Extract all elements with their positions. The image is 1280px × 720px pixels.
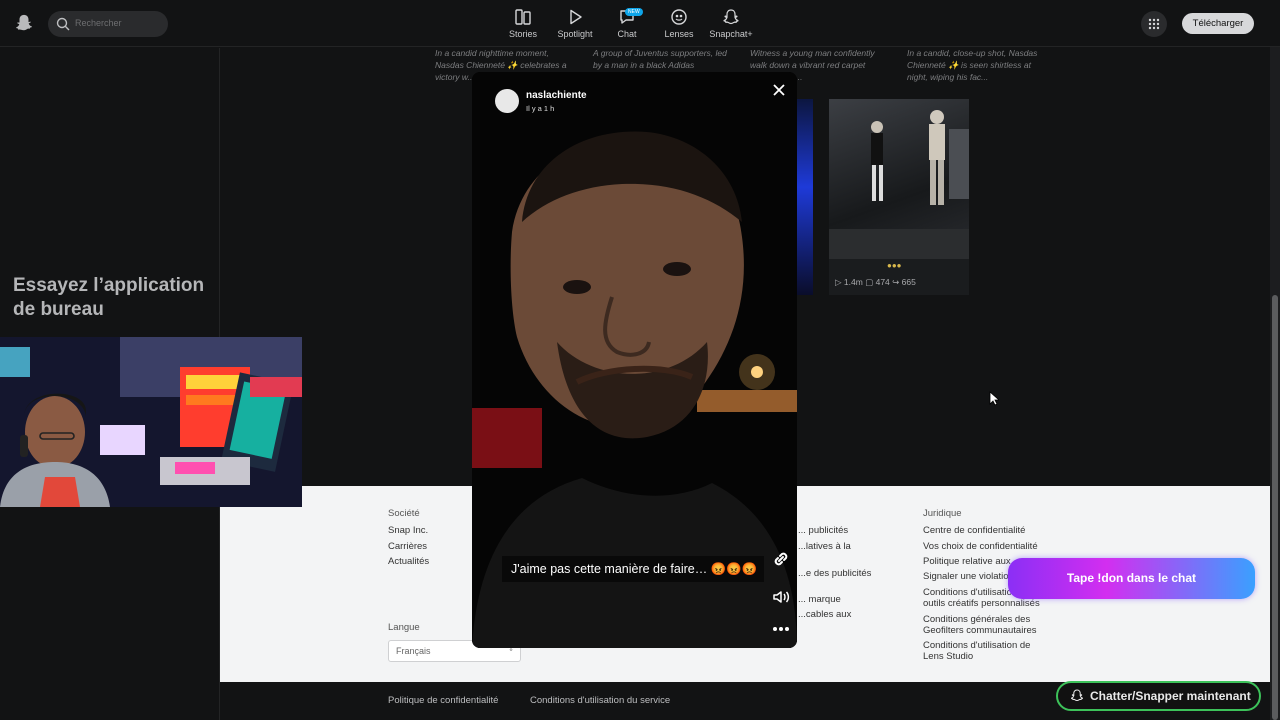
nav-chat[interactable]: NEW Chat <box>599 8 655 44</box>
nav-stories[interactable]: Stories <box>495 8 551 44</box>
bottom-link-terms[interactable]: Conditions d'utilisation du service <box>530 695 670 706</box>
nav-spotlight[interactable]: Spotlight <box>547 8 603 44</box>
search-input[interactable]: Rechercher <box>48 11 168 37</box>
play-icon <box>570 9 582 25</box>
language-value: Français <box>396 646 431 656</box>
footer-link-report[interactable]: Signaler une violatio... <box>923 571 1016 582</box>
footer-link-ads-3[interactable]: ...e des publicités <box>798 568 871 579</box>
footer-link-ads-5[interactable]: ...cables aux <box>798 609 851 620</box>
footer-link-lens-studio[interactable]: Conditions d'utilisation de Lens Studio <box>923 640 1048 662</box>
views-count: 1.4m <box>843 277 863 287</box>
desktop-app-promo[interactable]: Essayez l’application de bureau <box>13 274 213 322</box>
footer-link-snap-inc[interactable]: Snap Inc. <box>388 525 428 536</box>
story-viewer[interactable]: naslachiente Il y a 1 h J'aime pas cette… <box>472 72 797 648</box>
download-button[interactable]: Télécharger <box>1182 13 1254 34</box>
close-icon[interactable] <box>771 82 787 98</box>
spotlight-card[interactable]: ●●● ▷ 1.4m ▢ 474 ↪ 665 <box>829 99 969 295</box>
new-badge: NEW <box>625 8 643 16</box>
footer-link-policy[interactable]: Politique relative aux... <box>923 556 1019 567</box>
nav-lenses[interactable]: Lenses <box>651 8 707 44</box>
footer-link-ads-2[interactable]: ...latives à la <box>798 541 851 552</box>
snapchat-logo-icon[interactable] <box>15 13 33 33</box>
link-icon[interactable] <box>771 549 791 569</box>
stream-cta-banner: Tape !don dans le chat <box>1008 558 1255 599</box>
story-username[interactable]: naslachiente <box>526 90 587 101</box>
nav-stories-label: Stories <box>508 29 537 39</box>
footer-language-heading: Langue <box>388 622 420 633</box>
lens-icon <box>671 9 687 25</box>
chat-now-label: Chatter/Snapper maintenant <box>1090 689 1251 703</box>
chat-now-button[interactable]: Chatter/Snapper maintenant <box>1056 681 1261 711</box>
bottom-link-privacy[interactable]: Politique de confidentialité <box>388 695 498 706</box>
footer-legal-heading: Juridique <box>923 508 962 519</box>
footer-link-geofilters[interactable]: Conditions générales des Geofilters comm… <box>923 614 1048 636</box>
story-caption: J'aime pas cette manière de faire… 😡😡😡 <box>502 556 764 582</box>
footer-link-news[interactable]: Actualités <box>388 556 429 567</box>
story-timestamp: Il y a 1 h <box>526 104 555 113</box>
footer-company-heading: Société <box>388 508 420 519</box>
thumbnail-figures <box>829 110 969 259</box>
webcam-scene <box>0 337 302 507</box>
ghost-plus-icon <box>723 9 739 25</box>
scrollbar-thumb[interactable] <box>1272 295 1278 720</box>
spotlight-thumbnail-partial[interactable] <box>797 99 813 295</box>
nav-snapchat-plus[interactable]: Snapchat+ <box>703 8 759 44</box>
nav-spotlight-label: Spotlight <box>557 29 593 39</box>
spotlight-dots: ●●● <box>887 261 902 270</box>
footer-link-ads-4[interactable]: ... marque <box>798 594 841 605</box>
story-avatar[interactable] <box>495 89 519 113</box>
streamer-webcam <box>0 337 302 507</box>
footer-link-careers[interactable]: Carrières <box>388 541 427 552</box>
more-options-icon[interactable] <box>771 619 791 639</box>
snapchat-web-page: Rechercher Stories Spotlight NEW Chat Le… <box>0 0 1280 720</box>
spotlight-stats: ▷ 1.4m ▢ 474 ↪ 665 <box>835 277 916 288</box>
grid-icon <box>1148 18 1160 30</box>
search-placeholder: Rechercher <box>75 18 122 28</box>
caption-2[interactable]: A group of Juventus supporters, led by a… <box>593 47 728 71</box>
shares-count: 665 <box>901 277 916 287</box>
share-icon: ↪ <box>892 277 902 287</box>
page-scrollbar[interactable] <box>1270 47 1280 720</box>
apps-grid-button[interactable] <box>1141 11 1167 37</box>
nav-chat-label: Chat <box>617 29 637 39</box>
nav-lenses-label: Lenses <box>664 29 694 39</box>
ghost-icon <box>1070 689 1083 702</box>
search-icon <box>56 17 70 31</box>
views-icon: ▷ <box>835 277 844 287</box>
caption-4[interactable]: In a candid, close-up shot, Nasdas Chien… <box>907 47 1042 83</box>
stories-icon <box>515 9 531 25</box>
footer-link-ads-1[interactable]: ... publicités <box>798 525 848 536</box>
spotlight-thumbnail <box>829 99 969 259</box>
speaker-icon[interactable] <box>771 587 791 607</box>
footer-link-privacy-center[interactable]: Centre de confidentialité <box>923 525 1025 536</box>
comments-count: 474 <box>875 277 890 287</box>
mouse-cursor-icon <box>989 391 999 406</box>
footer-link-privacy-choices[interactable]: Vos choix de confidentialité <box>923 541 1038 552</box>
top-bar: Rechercher Stories Spotlight NEW Chat Le… <box>0 0 1280 47</box>
comments-icon: ▢ <box>865 277 876 287</box>
nav-snapchat-plus-label: Snapchat+ <box>709 29 753 39</box>
